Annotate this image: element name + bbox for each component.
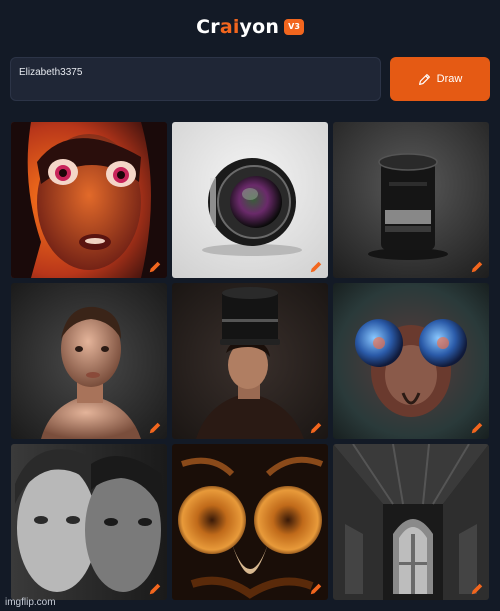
result-artwork bbox=[11, 444, 167, 600]
result-image-8[interactable] bbox=[172, 444, 328, 600]
edit-pencil-icon[interactable] bbox=[309, 260, 323, 274]
result-image-9[interactable] bbox=[333, 444, 489, 600]
edit-pencil-icon[interactable] bbox=[470, 260, 484, 274]
result-artwork bbox=[333, 444, 489, 600]
result-image-7[interactable] bbox=[11, 444, 167, 600]
result-artwork bbox=[172, 283, 328, 439]
result-artwork bbox=[11, 283, 167, 439]
results-grid bbox=[0, 0, 500, 611]
result-artwork bbox=[11, 122, 167, 278]
edit-pencil-icon[interactable] bbox=[148, 260, 162, 274]
edit-pencil-icon[interactable] bbox=[309, 421, 323, 435]
result-artwork bbox=[333, 283, 489, 439]
edit-pencil-icon[interactable] bbox=[309, 582, 323, 596]
result-artwork bbox=[172, 122, 328, 278]
result-image-6[interactable] bbox=[333, 283, 489, 439]
edit-pencil-icon[interactable] bbox=[148, 582, 162, 596]
result-artwork bbox=[333, 122, 489, 278]
edit-pencil-icon[interactable] bbox=[470, 582, 484, 596]
result-image-2[interactable] bbox=[172, 122, 328, 278]
result-image-5[interactable] bbox=[172, 283, 328, 439]
result-image-3[interactable] bbox=[333, 122, 489, 278]
result-artwork bbox=[172, 444, 328, 600]
imgflip-watermark: imgflip.com bbox=[5, 597, 56, 608]
result-image-1[interactable] bbox=[11, 122, 167, 278]
edit-pencil-icon[interactable] bbox=[470, 421, 484, 435]
edit-pencil-icon[interactable] bbox=[148, 421, 162, 435]
result-image-4[interactable] bbox=[11, 283, 167, 439]
